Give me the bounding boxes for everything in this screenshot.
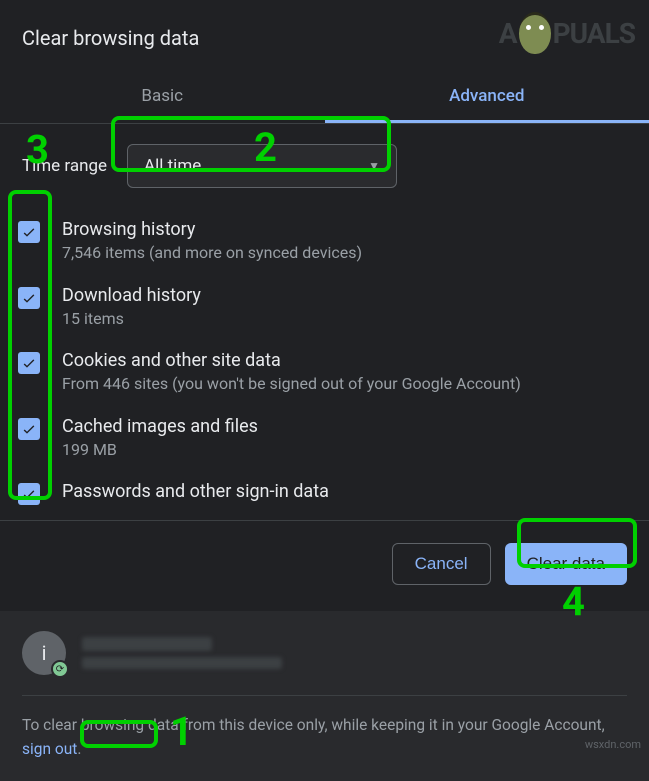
option-subtitle: 7,546 items (and more on synced devices): [62, 242, 362, 264]
option-text: Cached images and files 199 MB: [62, 414, 258, 462]
time-range-row: Time range All time ▼: [0, 124, 649, 198]
watermark-logo: A PUALS: [499, 12, 635, 54]
account-name-redacted: [82, 637, 212, 651]
tab-basic[interactable]: Basic: [0, 72, 325, 123]
watermark-text-right: PUALS: [553, 17, 635, 50]
option-passwords[interactable]: Passwords and other sign-in data: [18, 470, 627, 514]
option-text: Passwords and other sign-in data: [62, 479, 329, 504]
watermark-text-left: A: [499, 17, 517, 50]
footer-text: To clear browsing data from this device …: [22, 696, 627, 761]
option-cookies[interactable]: Cookies and other site data From 446 sit…: [18, 339, 627, 405]
cancel-button[interactable]: Cancel: [392, 543, 491, 585]
option-title: Cookies and other site data: [62, 348, 521, 373]
tab-bar: Basic Advanced: [0, 72, 649, 124]
account-info: [82, 637, 282, 669]
checkbox-cached[interactable]: [18, 418, 40, 440]
clear-data-button[interactable]: Clear data: [505, 543, 627, 585]
account-row: i ⟳: [22, 631, 627, 696]
option-title: Download history: [62, 283, 201, 308]
option-cached[interactable]: Cached images and files 199 MB: [18, 405, 627, 471]
avatar-letter: i: [42, 641, 47, 665]
option-browsing-history[interactable]: Browsing history 7,546 items (and more o…: [18, 208, 627, 274]
check-icon: [21, 224, 37, 240]
action-bar: Cancel Clear data: [0, 520, 649, 611]
option-text: Browsing history 7,546 items (and more o…: [62, 217, 362, 265]
check-icon: [21, 486, 37, 502]
watermark-mascot-icon: [519, 12, 551, 54]
option-subtitle: 199 MB: [62, 439, 258, 461]
checkbox-passwords[interactable]: [18, 483, 40, 505]
check-icon: [21, 421, 37, 437]
time-range-label: Time range: [22, 156, 107, 176]
footer-text-before: To clear browsing data from this device …: [22, 716, 605, 734]
check-icon: [21, 290, 37, 306]
check-icon: [21, 355, 37, 371]
chevron-down-icon: ▼: [368, 159, 380, 173]
avatar: i ⟳: [22, 631, 66, 675]
time-range-value: All time: [144, 156, 201, 176]
option-text: Download history 15 items: [62, 283, 201, 331]
checkbox-download-history[interactable]: [18, 287, 40, 309]
option-subtitle: 15 items: [62, 308, 201, 330]
attribution-text: wsxdn.com: [585, 738, 641, 751]
account-section: i ⟳ To clear browsing data from this dev…: [0, 611, 649, 781]
checkbox-cookies[interactable]: [18, 352, 40, 374]
option-title: Passwords and other sign-in data: [62, 479, 329, 504]
option-subtitle: From 446 sites (you won't be signed out …: [62, 373, 521, 395]
option-text: Cookies and other site data From 446 sit…: [62, 348, 521, 396]
time-range-dropdown[interactable]: All time ▼: [127, 144, 397, 188]
checkbox-browsing-history[interactable]: [18, 221, 40, 243]
account-email-redacted: [82, 657, 282, 669]
option-download-history[interactable]: Download history 15 items: [18, 274, 627, 340]
sync-badge-icon: ⟳: [51, 660, 69, 678]
options-list: Browsing history 7,546 items (and more o…: [0, 198, 649, 514]
option-title: Cached images and files: [62, 414, 258, 439]
option-title: Browsing history: [62, 217, 362, 242]
tab-advanced[interactable]: Advanced: [325, 72, 649, 123]
